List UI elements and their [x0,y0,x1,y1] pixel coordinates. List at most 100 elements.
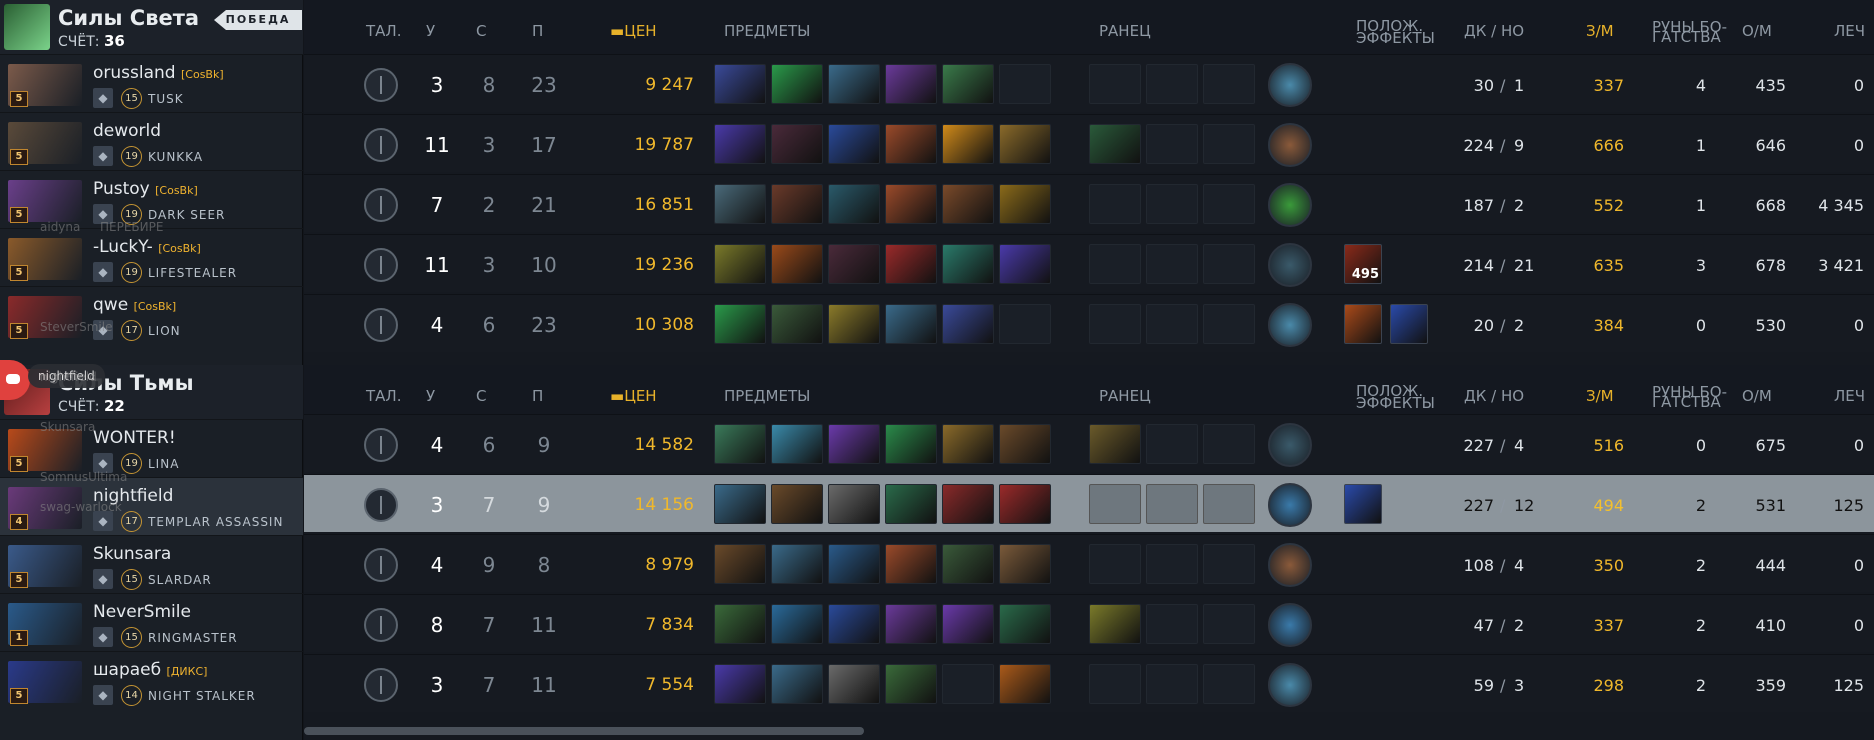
item-icon[interactable] [999,544,1051,584]
scoreboard-row[interactable]: 7 2 21 16 851 187 / 2 552 1 668 4 345 [304,174,1874,232]
empty-backpack-slot[interactable] [1146,124,1198,164]
talent-tree-icon[interactable] [364,488,398,522]
item-icon[interactable] [942,544,994,584]
item-icon[interactable] [771,544,823,584]
item-icon[interactable] [999,244,1051,284]
item-icon[interactable] [828,544,880,584]
item-icon[interactable] [714,124,766,164]
deaths-header[interactable]: С [476,387,486,405]
item-icon[interactable] [828,304,880,344]
item-icon[interactable] [714,244,766,284]
empty-backpack-slot[interactable] [1146,184,1198,224]
item-icon[interactable] [828,184,880,224]
item-icon[interactable] [771,604,823,644]
empty-backpack-slot[interactable] [1203,244,1255,284]
backpack-header[interactable]: РАНЕЦ [1099,22,1151,40]
xpm-header[interactable]: О/М [1742,387,1772,405]
scoreboard-row[interactable]: 3 7 9 14 156 227 / 12 494 2 531 125 [304,474,1874,532]
item-icon[interactable] [828,424,880,464]
items-header[interactable]: ПРЕДМЕТЫ [724,22,810,40]
scoreboard-row[interactable]: 11 3 10 19 236 495 214 / 21 635 3 678 3 421 [304,234,1874,292]
item-icon[interactable] [828,604,880,644]
item-icon[interactable] [828,664,880,704]
buff-icon[interactable] [1390,304,1428,344]
item-icon[interactable] [942,424,994,464]
item-icon[interactable] [885,244,937,284]
lh-dn-header[interactable]: ДК / НО [1464,387,1524,405]
heal-header[interactable]: ЛЕЧ [1834,22,1865,40]
player-row[interactable]: 5 шараеб [ДИКС] ◆ 14 NIGHT STALKER [0,651,303,709]
empty-backpack-slot[interactable] [1146,604,1198,644]
item-icon[interactable] [828,64,880,104]
item-icon[interactable] [885,484,937,524]
empty-backpack-slot[interactable] [1203,304,1255,344]
item-icon[interactable] [942,604,994,644]
talents-header[interactable]: ТАЛ. [366,387,401,405]
deaths-header[interactable]: С [476,22,486,40]
neutral-item-icon[interactable] [1268,603,1312,647]
empty-backpack-slot[interactable] [1146,424,1198,464]
backpack-header[interactable]: РАНЕЦ [1099,387,1151,405]
scoreboard-row[interactable]: 4 6 9 14 582 227 / 4 516 0 675 0 [304,414,1874,472]
empty-backpack-slot[interactable] [1089,244,1141,284]
talent-tree-icon[interactable] [364,608,398,642]
xpm-header[interactable]: О/М [1742,22,1772,40]
horizontal-scrollbar[interactable] [304,727,864,735]
player-row[interactable]: 5 -LuckY- [CosBk] ◆ 19 LIFESTEALER [0,228,303,286]
item-icon[interactable] [771,304,823,344]
item-icon[interactable] [999,484,1051,524]
item-icon[interactable] [885,124,937,164]
assists-header[interactable]: П [532,22,543,40]
empty-backpack-slot[interactable] [1089,184,1141,224]
talent-tree-icon[interactable] [364,308,398,342]
item-icon[interactable] [714,64,766,104]
item-icon[interactable] [714,304,766,344]
empty-backpack-slot[interactable] [1146,64,1198,104]
item-icon[interactable] [999,664,1051,704]
item-icon[interactable] [771,124,823,164]
talent-tree-icon[interactable] [364,548,398,582]
empty-backpack-slot[interactable] [1146,304,1198,344]
scoreboard-row[interactable]: 3 8 23 9 247 30 / 1 337 4 435 0 [304,54,1874,112]
empty-backpack-slot[interactable] [1203,544,1255,584]
item-icon[interactable] [885,184,937,224]
empty-backpack-slot[interactable] [1089,304,1141,344]
talent-tree-icon[interactable] [364,248,398,282]
talent-tree-icon[interactable] [364,188,398,222]
item-icon[interactable] [771,664,823,704]
talent-tree-icon[interactable] [364,668,398,702]
item-icon[interactable] [828,244,880,284]
player-row[interactable]: 5 qwe [CosBk] ◆ 17 LION [0,286,303,344]
talent-tree-icon[interactable] [364,128,398,162]
buff-icon[interactable] [1344,484,1382,524]
player-row[interactable]: 5 deworld ◆ 19 KUNKKA [0,112,303,170]
items-header[interactable]: ПРЕДМЕТЫ [724,387,810,405]
scoreboard-row[interactable]: 4 6 23 10 308 20 / 2 384 0 530 0 [304,294,1874,352]
scoreboard-row[interactable]: 4 9 8 8 979 108 / 4 350 2 444 0 [304,534,1874,592]
talent-tree-icon[interactable] [364,428,398,462]
backpack-item-icon[interactable] [1089,124,1141,164]
empty-backpack-slot[interactable] [1203,184,1255,224]
empty-item-slot[interactable] [942,664,994,704]
buff-icon[interactable] [1344,304,1382,344]
empty-backpack-slot[interactable] [1146,484,1198,524]
kills-header[interactable]: У [426,22,435,40]
scoreboard-row[interactable]: 3 7 11 7 554 59 / 3 298 2 359 125 [304,654,1874,712]
neutral-item-icon[interactable] [1268,123,1312,167]
effects-header[interactable]: ПОЛОЖ. ЭФФЕКТЫ [1356,19,1435,46]
item-icon[interactable] [942,184,994,224]
scoreboard-row[interactable]: 11 3 17 19 787 224 / 9 666 1 646 0 [304,114,1874,172]
effects-header[interactable]: ПОЛОЖ. ЭФФЕКТЫ [1356,384,1435,411]
item-icon[interactable] [999,604,1051,644]
kills-header[interactable]: У [426,387,435,405]
player-row[interactable]: 1 NeverSmile ◆ 15 RINGMASTER [0,593,303,651]
neutral-item-icon[interactable] [1268,663,1312,707]
item-icon[interactable] [885,424,937,464]
player-row[interactable]: 5 Skunsara ◆ 15 SLARDAR [0,535,303,593]
item-icon[interactable] [942,244,994,284]
networth-header[interactable]: ▬ЦЕН [610,22,657,40]
empty-backpack-slot[interactable] [1203,64,1255,104]
neutral-item-icon[interactable] [1268,483,1312,527]
neutral-item-icon[interactable] [1268,423,1312,467]
empty-backpack-slot[interactable] [1089,544,1141,584]
